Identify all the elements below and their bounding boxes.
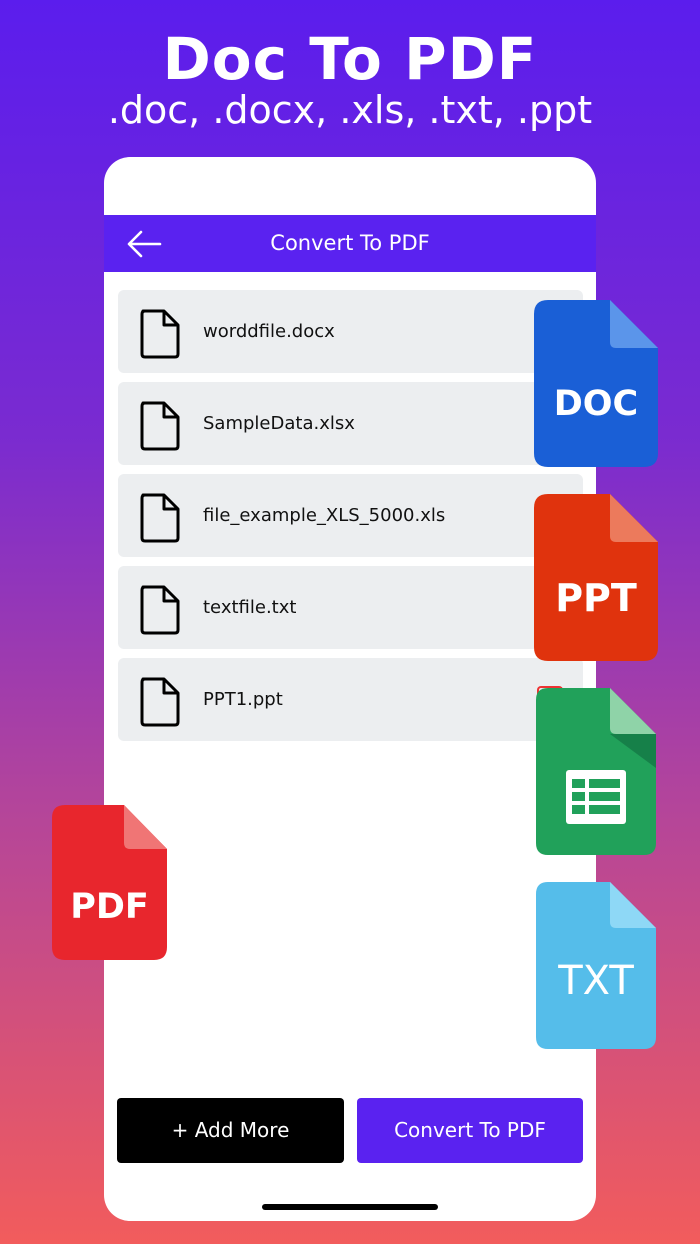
home-indicator bbox=[262, 1204, 438, 1210]
promo-header: Doc To PDF .doc, .docx, .xls, .txt, .ppt bbox=[0, 24, 700, 130]
pdf-file-icon: PDF bbox=[52, 805, 167, 960]
phone-screen: Convert To PDF worddfile.docx SampleData… bbox=[104, 157, 596, 1221]
file-row[interactable]: SampleData.xlsx bbox=[118, 382, 583, 465]
document-icon bbox=[140, 677, 180, 727]
file-row[interactable]: textfile.txt bbox=[118, 566, 583, 649]
doc-file-icon: DOC bbox=[534, 300, 658, 467]
ppt-label: PPT bbox=[555, 576, 637, 620]
file-list: worddfile.docx SampleData.xlsx file_exam… bbox=[118, 290, 583, 750]
file-name: worddfile.docx bbox=[203, 321, 335, 342]
file-name: PPT1.ppt bbox=[203, 689, 283, 710]
file-name: textfile.txt bbox=[203, 597, 297, 618]
pdf-label: PDF bbox=[70, 887, 149, 927]
promo-title: Doc To PDF bbox=[162, 25, 538, 93]
file-row[interactable]: PPT1.ppt bbox=[118, 658, 583, 741]
add-more-button[interactable]: + Add More bbox=[117, 1098, 344, 1163]
document-icon bbox=[140, 401, 180, 451]
app-bar: Convert To PDF bbox=[104, 215, 596, 272]
txt-label: TXT bbox=[558, 958, 634, 1004]
txt-file-icon: TXT bbox=[536, 882, 656, 1049]
file-row[interactable]: file_example_XLS_5000.xls bbox=[118, 474, 583, 557]
file-row[interactable]: worddfile.docx bbox=[118, 290, 583, 373]
doc-label: DOC bbox=[553, 384, 639, 424]
ppt-file-icon: PPT bbox=[534, 494, 658, 661]
document-icon bbox=[140, 309, 180, 359]
spreadsheet-file-icon bbox=[536, 688, 656, 855]
file-name: SampleData.xlsx bbox=[203, 413, 355, 434]
app-bar-title: Convert To PDF bbox=[270, 231, 430, 255]
file-name: file_example_XLS_5000.xls bbox=[203, 505, 446, 526]
document-icon bbox=[140, 585, 180, 635]
promo-subtitle: .doc, .docx, .xls, .txt, .ppt bbox=[107, 88, 593, 132]
convert-to-pdf-button[interactable]: Convert To PDF bbox=[357, 1098, 583, 1163]
document-icon bbox=[140, 493, 180, 543]
